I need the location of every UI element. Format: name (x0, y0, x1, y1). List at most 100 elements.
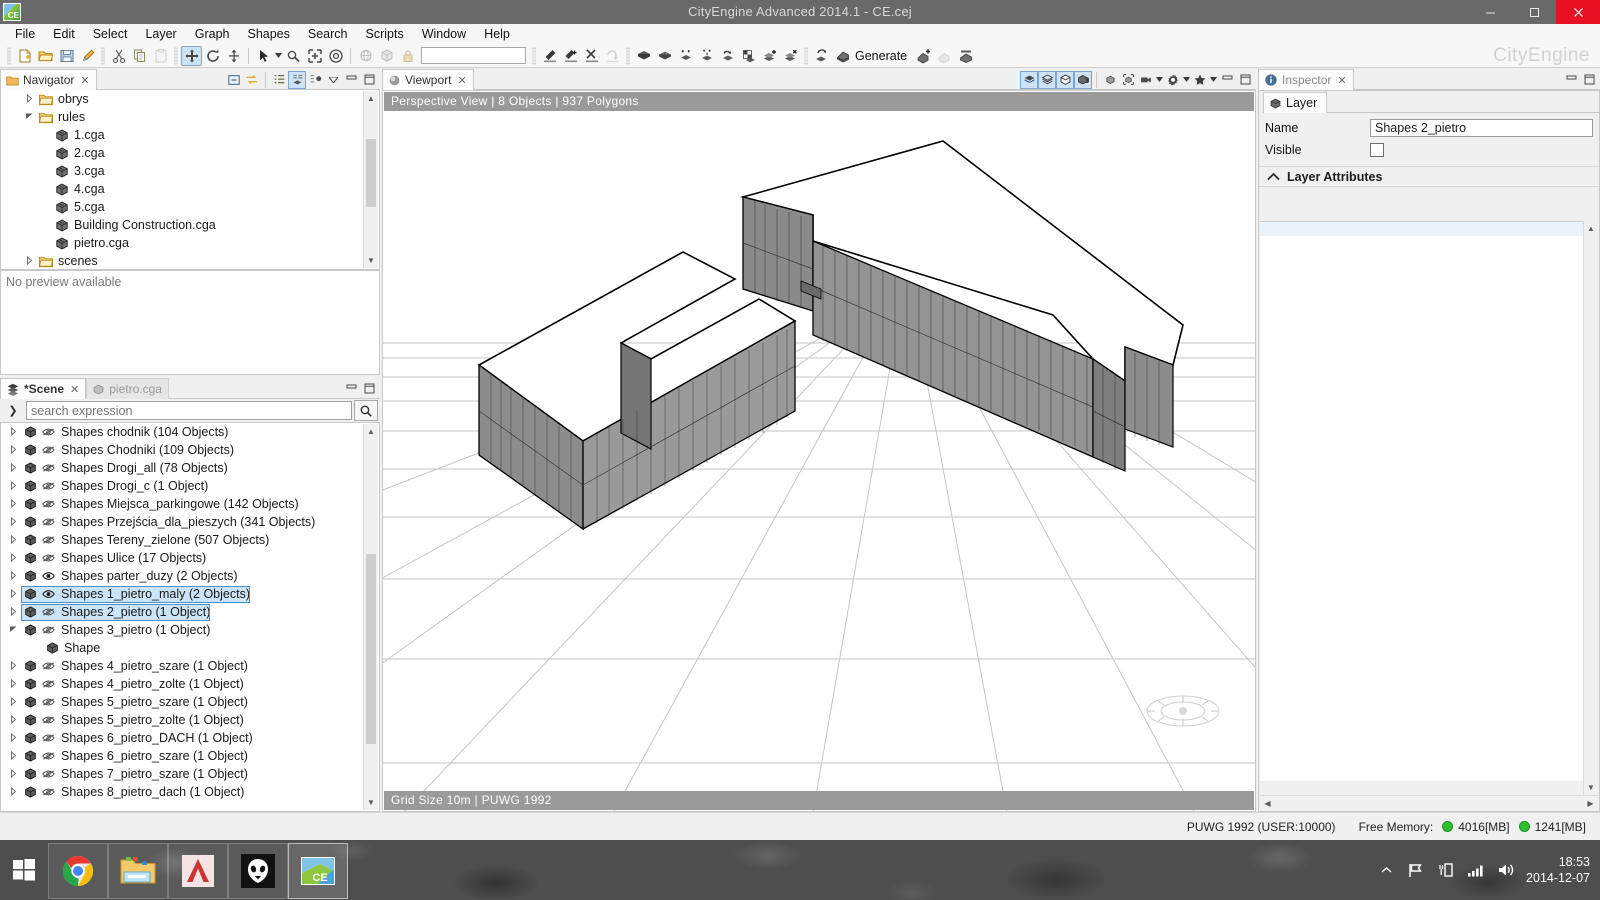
globe-icon[interactable] (355, 46, 376, 66)
menu-search[interactable]: Search (299, 24, 357, 44)
search-input[interactable] (26, 401, 352, 420)
new-icon[interactable] (14, 46, 35, 66)
generate-all-icon[interactable] (955, 46, 976, 66)
models-visible-icon[interactable] (1074, 70, 1092, 89)
scene-layer-row[interactable]: Shapes parter_duzy (2 Objects) (1, 567, 379, 585)
expand-arrow-icon[interactable] (5, 606, 21, 618)
toolbar-grip[interactable] (804, 46, 808, 65)
eye-hidden-icon[interactable] (39, 658, 58, 674)
toolbar-grip[interactable] (626, 46, 630, 65)
magic-select-icon[interactable] (283, 46, 304, 66)
navigator-item-pietro-cga[interactable]: pietro.cga (1, 234, 379, 252)
scene-layer-row[interactable]: Shapes Tereny_zielone (507 Objects) (1, 531, 379, 549)
tab-viewport[interactable]: Viewport ✕ (382, 69, 474, 90)
generate-clear-icon[interactable] (934, 46, 955, 66)
file-explorer-icon[interactable] (108, 843, 168, 899)
expand-arrow-icon[interactable] (5, 678, 21, 690)
expand-arrow-icon[interactable] (5, 426, 21, 438)
layout-icon[interactable] (306, 71, 324, 89)
frame-all-icon[interactable] (1119, 71, 1137, 89)
view-dropdown-icon[interactable] (324, 71, 342, 89)
shape-cleanup-icon[interactable] (717, 46, 738, 66)
cut-icon[interactable] (108, 46, 129, 66)
settings-gear-icon[interactable] (1164, 71, 1182, 89)
navigator-scrollbar[interactable]: ▲ ▼ (363, 91, 378, 268)
toolbar-grip[interactable] (174, 46, 178, 65)
close-button[interactable] (1556, 0, 1600, 24)
eye-hidden-icon[interactable] (39, 460, 58, 476)
expand-arrow-icon[interactable] (5, 660, 21, 672)
rotate-icon[interactable] (202, 46, 223, 66)
scale-icon[interactable] (223, 46, 244, 66)
foobar2000-icon[interactable] (228, 843, 288, 899)
expand-arrow-icon[interactable] (5, 498, 21, 510)
eye-hidden-icon[interactable] (39, 622, 58, 638)
menu-layer[interactable]: Layer (136, 24, 185, 44)
scene-layer-row[interactable]: Shapes Ulice (17 Objects) (1, 549, 379, 567)
tab-inspector[interactable]: Inspector ✕ (1258, 69, 1354, 90)
frame-selection-icon[interactable] (1101, 71, 1119, 89)
tab-pietro-cga[interactable]: pietro.cga (86, 378, 169, 399)
navigator-item-scenes[interactable]: scenes (1, 252, 379, 270)
close-icon[interactable]: ✕ (1337, 74, 1346, 87)
subtab-layer[interactable]: Layer (1263, 92, 1328, 113)
scrollbar-thumb[interactable] (366, 139, 376, 207)
save-icon[interactable] (56, 46, 77, 66)
scene-layer-row[interactable]: Shapes 4_pietro_zolte (1 Object) (1, 675, 379, 693)
toolbar-grip[interactable] (101, 46, 105, 65)
viewport-3d-scene[interactable] (383, 111, 1255, 812)
scene-layer-row[interactable]: Shapes Przejścia_dla_pieszych (341 Objec… (1, 513, 379, 531)
generate-icon[interactable] (832, 46, 853, 66)
selected-layer-highlight[interactable]: Shapes 2_pietro (1 Object) (21, 603, 211, 621)
expand-arrow-icon[interactable] (5, 696, 21, 708)
shape-box-icon[interactable] (654, 46, 675, 66)
chevron-right-icon[interactable]: ❯ (2, 401, 24, 420)
close-icon[interactable]: ✕ (70, 383, 79, 396)
tab-scene[interactable]: *Scene ✕ (0, 378, 87, 399)
inspector-scrollbar-horizontal[interactable]: ◀ ▶ (1260, 795, 1598, 810)
navigator-item-4-cga[interactable]: 4.cga (1, 180, 379, 198)
street-draw-icon[interactable] (539, 46, 560, 66)
expand-arrow-icon[interactable] (5, 732, 21, 744)
maximize-icon[interactable] (1580, 71, 1598, 89)
cityengine-icon[interactable]: CE (288, 843, 348, 899)
camera-dropdown-icon[interactable] (1155, 70, 1164, 90)
eye-visible-icon[interactable] (39, 568, 58, 584)
eye-hidden-icon[interactable] (39, 514, 58, 530)
shape-split-icon[interactable] (696, 46, 717, 66)
generate-button[interactable]: Generate (853, 46, 913, 66)
move-icon[interactable] (181, 45, 202, 66)
scrollbar-thumb[interactable] (366, 554, 376, 744)
bookmark-dropdown-icon[interactable] (1209, 70, 1218, 90)
expand-arrow-icon[interactable] (5, 714, 21, 726)
street-loop-icon[interactable] (602, 46, 623, 66)
toolbar-search-input[interactable] (421, 47, 526, 64)
network-icon[interactable] (1466, 863, 1486, 877)
open-icon[interactable] (35, 46, 56, 66)
camera-icon[interactable] (1137, 71, 1155, 89)
tray-expand-icon[interactable] (1376, 866, 1396, 874)
maximize-icon[interactable] (360, 71, 378, 89)
eye-hidden-icon[interactable] (39, 676, 58, 692)
action-center-icon[interactable] (1436, 862, 1456, 878)
eye-visible-icon[interactable] (39, 586, 58, 602)
shapes-visible-icon[interactable] (1056, 70, 1074, 89)
flag-icon[interactable] (1406, 863, 1426, 878)
windows-start-icon[interactable] (0, 840, 48, 900)
scene-layer-row[interactable]: Shapes 6_pietro_DACH (1 Object) (1, 729, 379, 747)
street-add-icon[interactable] (560, 46, 581, 66)
scroll-down-icon[interactable]: ▼ (1584, 780, 1598, 795)
shape-remove-icon[interactable] (780, 46, 801, 66)
expand-arrow-icon[interactable] (5, 552, 21, 564)
chrome-icon[interactable] (48, 843, 108, 899)
expand-arrow-icon[interactable] (5, 588, 21, 600)
eye-hidden-icon[interactable] (39, 730, 58, 746)
expand-arrow-icon[interactable] (5, 534, 21, 546)
menu-help[interactable]: Help (475, 24, 519, 44)
viewport-canvas[interactable]: Perspective View | 8 Objects | 937 Polyg… (382, 90, 1256, 812)
minimize-button[interactable] (1468, 0, 1512, 24)
selected-layer-highlight[interactable]: Shapes 1_pietro_maly (2 Objects) (21, 585, 250, 603)
expand-arrow-icon[interactable] (5, 750, 21, 762)
layer-attributes-table[interactable] (1260, 221, 1583, 781)
scroll-left-icon[interactable]: ◀ (1260, 799, 1275, 808)
